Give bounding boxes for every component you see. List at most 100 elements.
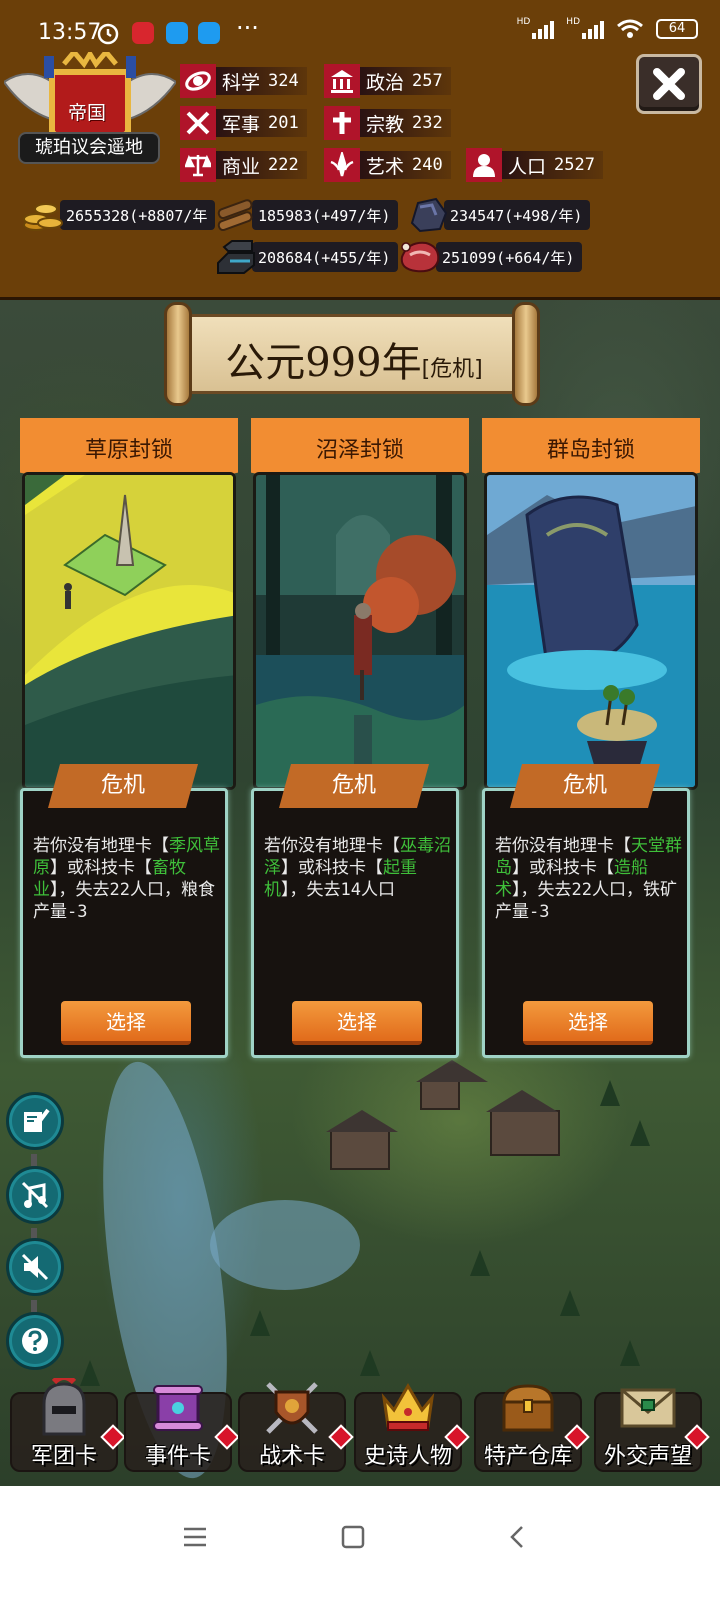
art-icon [324,148,360,182]
desc-text: 若你没有地理卡 [33,836,152,856]
stat-value: 2527 [554,155,595,175]
chat-notification-icon-2 [198,22,220,44]
status-time: 13:57 [38,20,102,45]
banner-text: 公元999年[危机] [194,330,514,388]
tree [600,1080,620,1106]
card-title: 草原封锁 [84,438,173,463]
population-icon [466,148,502,182]
system-navigation-bar [0,1486,720,1600]
resource-iron-value: 208684(+455/年) [252,242,399,272]
desc-text: 【 [152,836,169,856]
banner-roll-left [164,302,192,406]
nav-label: 事件卡 [144,1444,211,1469]
help-button[interactable] [6,1312,64,1370]
card-title: 沼泽封锁 [315,438,404,463]
top-header: 13:57 ··· HD HD 64 帝国 琥珀议会遥地 科学 324 政治 2… [0,0,720,300]
resource-ore-value: 234547(+498/年) [444,200,591,230]
desc-text: 】，失去22人口，粮食产量-3 [33,880,215,922]
journal-icon [24,1108,50,1132]
stat-value: 324 [268,71,299,91]
card-image-swamp [253,472,467,790]
sound-off-icon [21,1253,49,1281]
treasure-chest-icon [502,1384,554,1432]
menu-icon[interactable] [182,1524,208,1550]
village-house [416,1060,488,1110]
river-bend [210,1200,360,1290]
card-description: 若你没有地理卡【天堂群岛】或科技卡【造船术】，失去22人口，铁矿产量-3 [495,835,687,923]
nav-label: 外交声望 [603,1444,692,1469]
empire-title: 帝国 [67,102,106,124]
select-button[interactable]: 选择 [61,1001,191,1045]
desc-text: 若你没有地理卡 [495,836,614,856]
stat-art: 艺术 240 [324,148,451,182]
stat-label: 艺术 [366,155,405,178]
scroll-icon [153,1385,203,1431]
alarm-icon [97,23,119,45]
nav-label: 军团卡 [30,1444,97,1469]
select-button[interactable]: 选择 [523,1001,653,1045]
desc-text: 若你没有地理卡 [264,836,383,856]
chat-notification-icon [166,22,188,44]
crown-icon [381,1383,435,1431]
close-button[interactable] [636,54,702,114]
desc-text: 【 [383,836,400,856]
year-label: 公元999年 [225,340,422,386]
card-title: 群岛封锁 [546,438,635,463]
tree [250,1310,270,1336]
iron-ingot-icon [217,240,255,274]
app-notification-icon [132,22,154,44]
crisis-tag: [危机] [421,357,483,382]
event-card-islands[interactable]: 群岛封锁 若你没有地理卡【天堂群岛】或科技卡【造船术】，失去22人口，铁矿产量-… [482,418,700,1058]
stat-military: 军事 201 [180,106,307,140]
back-icon[interactable] [504,1524,530,1550]
village-house [326,1110,398,1170]
event-card-grassland[interactable]: 草原封锁 若你没有地理卡【季风草原】或科技卡【畜牧业】，失去22人口，粮食产量-… [20,418,238,1058]
sound-toggle-button[interactable] [6,1238,64,1296]
stat-religion: 宗教 232 [324,106,451,140]
desc-text: 】，失去22人口，铁矿产量-3 [495,880,677,922]
resource-iron: 208684(+455/年) [214,240,399,274]
card-body: 若你没有地理卡【天堂群岛】或科技卡【造船术】，失去22人口，铁矿产量-3 选择 [482,788,690,1058]
signal-icon-2 [582,19,604,39]
nav-tactic-cards[interactable]: 战术卡 [238,1378,354,1478]
resource-meat-value: 251099(+664/年) [436,242,583,272]
resource-wood: 185983(+497/年) [214,198,399,232]
nav-specialty-warehouse[interactable]: 特产仓库 [474,1378,590,1478]
close-icon [653,68,685,100]
tree [470,1250,490,1276]
resource-gold-value: 2655328(+8807/年 [60,200,216,230]
music-toggle-button[interactable] [6,1166,64,1224]
banner-roll-right [512,302,540,406]
year-banner: 公元999年[危机] [164,302,544,406]
select-button[interactable]: 选择 [292,1001,422,1045]
stat-value: 257 [412,71,443,91]
stat-population: 人口 2527 [466,148,603,182]
status-right: HD HD 64 [517,17,698,40]
home-icon[interactable] [340,1524,366,1550]
stat-commerce: 商业 222 [180,148,307,182]
desc-text: 卡【 [580,858,614,878]
stat-label: 商业 [222,155,261,178]
help-icon [22,1328,48,1354]
desc-text: 】或科技 [512,858,580,878]
resource-gold: 2655328(+8807/年 [22,198,216,232]
status-bar: 13:57 ··· HD HD 64 [0,0,720,60]
desc-text: 】，失去14人口 [281,880,395,900]
card-image-islands [484,472,698,790]
event-card-swamp[interactable]: 沼泽封锁 若你没有地理卡【巫毒沼泽】或科技卡【起重机】，失去14人口 选择 危机 [251,418,469,1058]
signal-icon [532,19,555,39]
journal-button[interactable] [6,1092,64,1150]
nav-epic-figures[interactable]: 史诗人物 [354,1378,470,1478]
politics-icon [324,64,360,98]
nav-event-cards[interactable]: 事件卡 [124,1378,240,1478]
shield-swords-icon [266,1382,318,1434]
wifi-icon [617,19,643,38]
nav-diplomatic-prestige[interactable]: 外交声望 [594,1378,710,1478]
card-description: 若你没有地理卡【季风草原】或科技卡【畜牧业】，失去22人口，粮食产量-3 [33,835,225,923]
nav-legion-cards[interactable]: 军团卡 [10,1378,126,1478]
envelope-icon [620,1388,676,1428]
music-off-icon [21,1181,49,1209]
meat-icon [400,241,440,273]
battery-icon: 64 [656,19,698,39]
bottom-nav: 军团卡 事件卡 战术卡 史诗人物 特产仓库 外交声望 [0,1368,720,1486]
